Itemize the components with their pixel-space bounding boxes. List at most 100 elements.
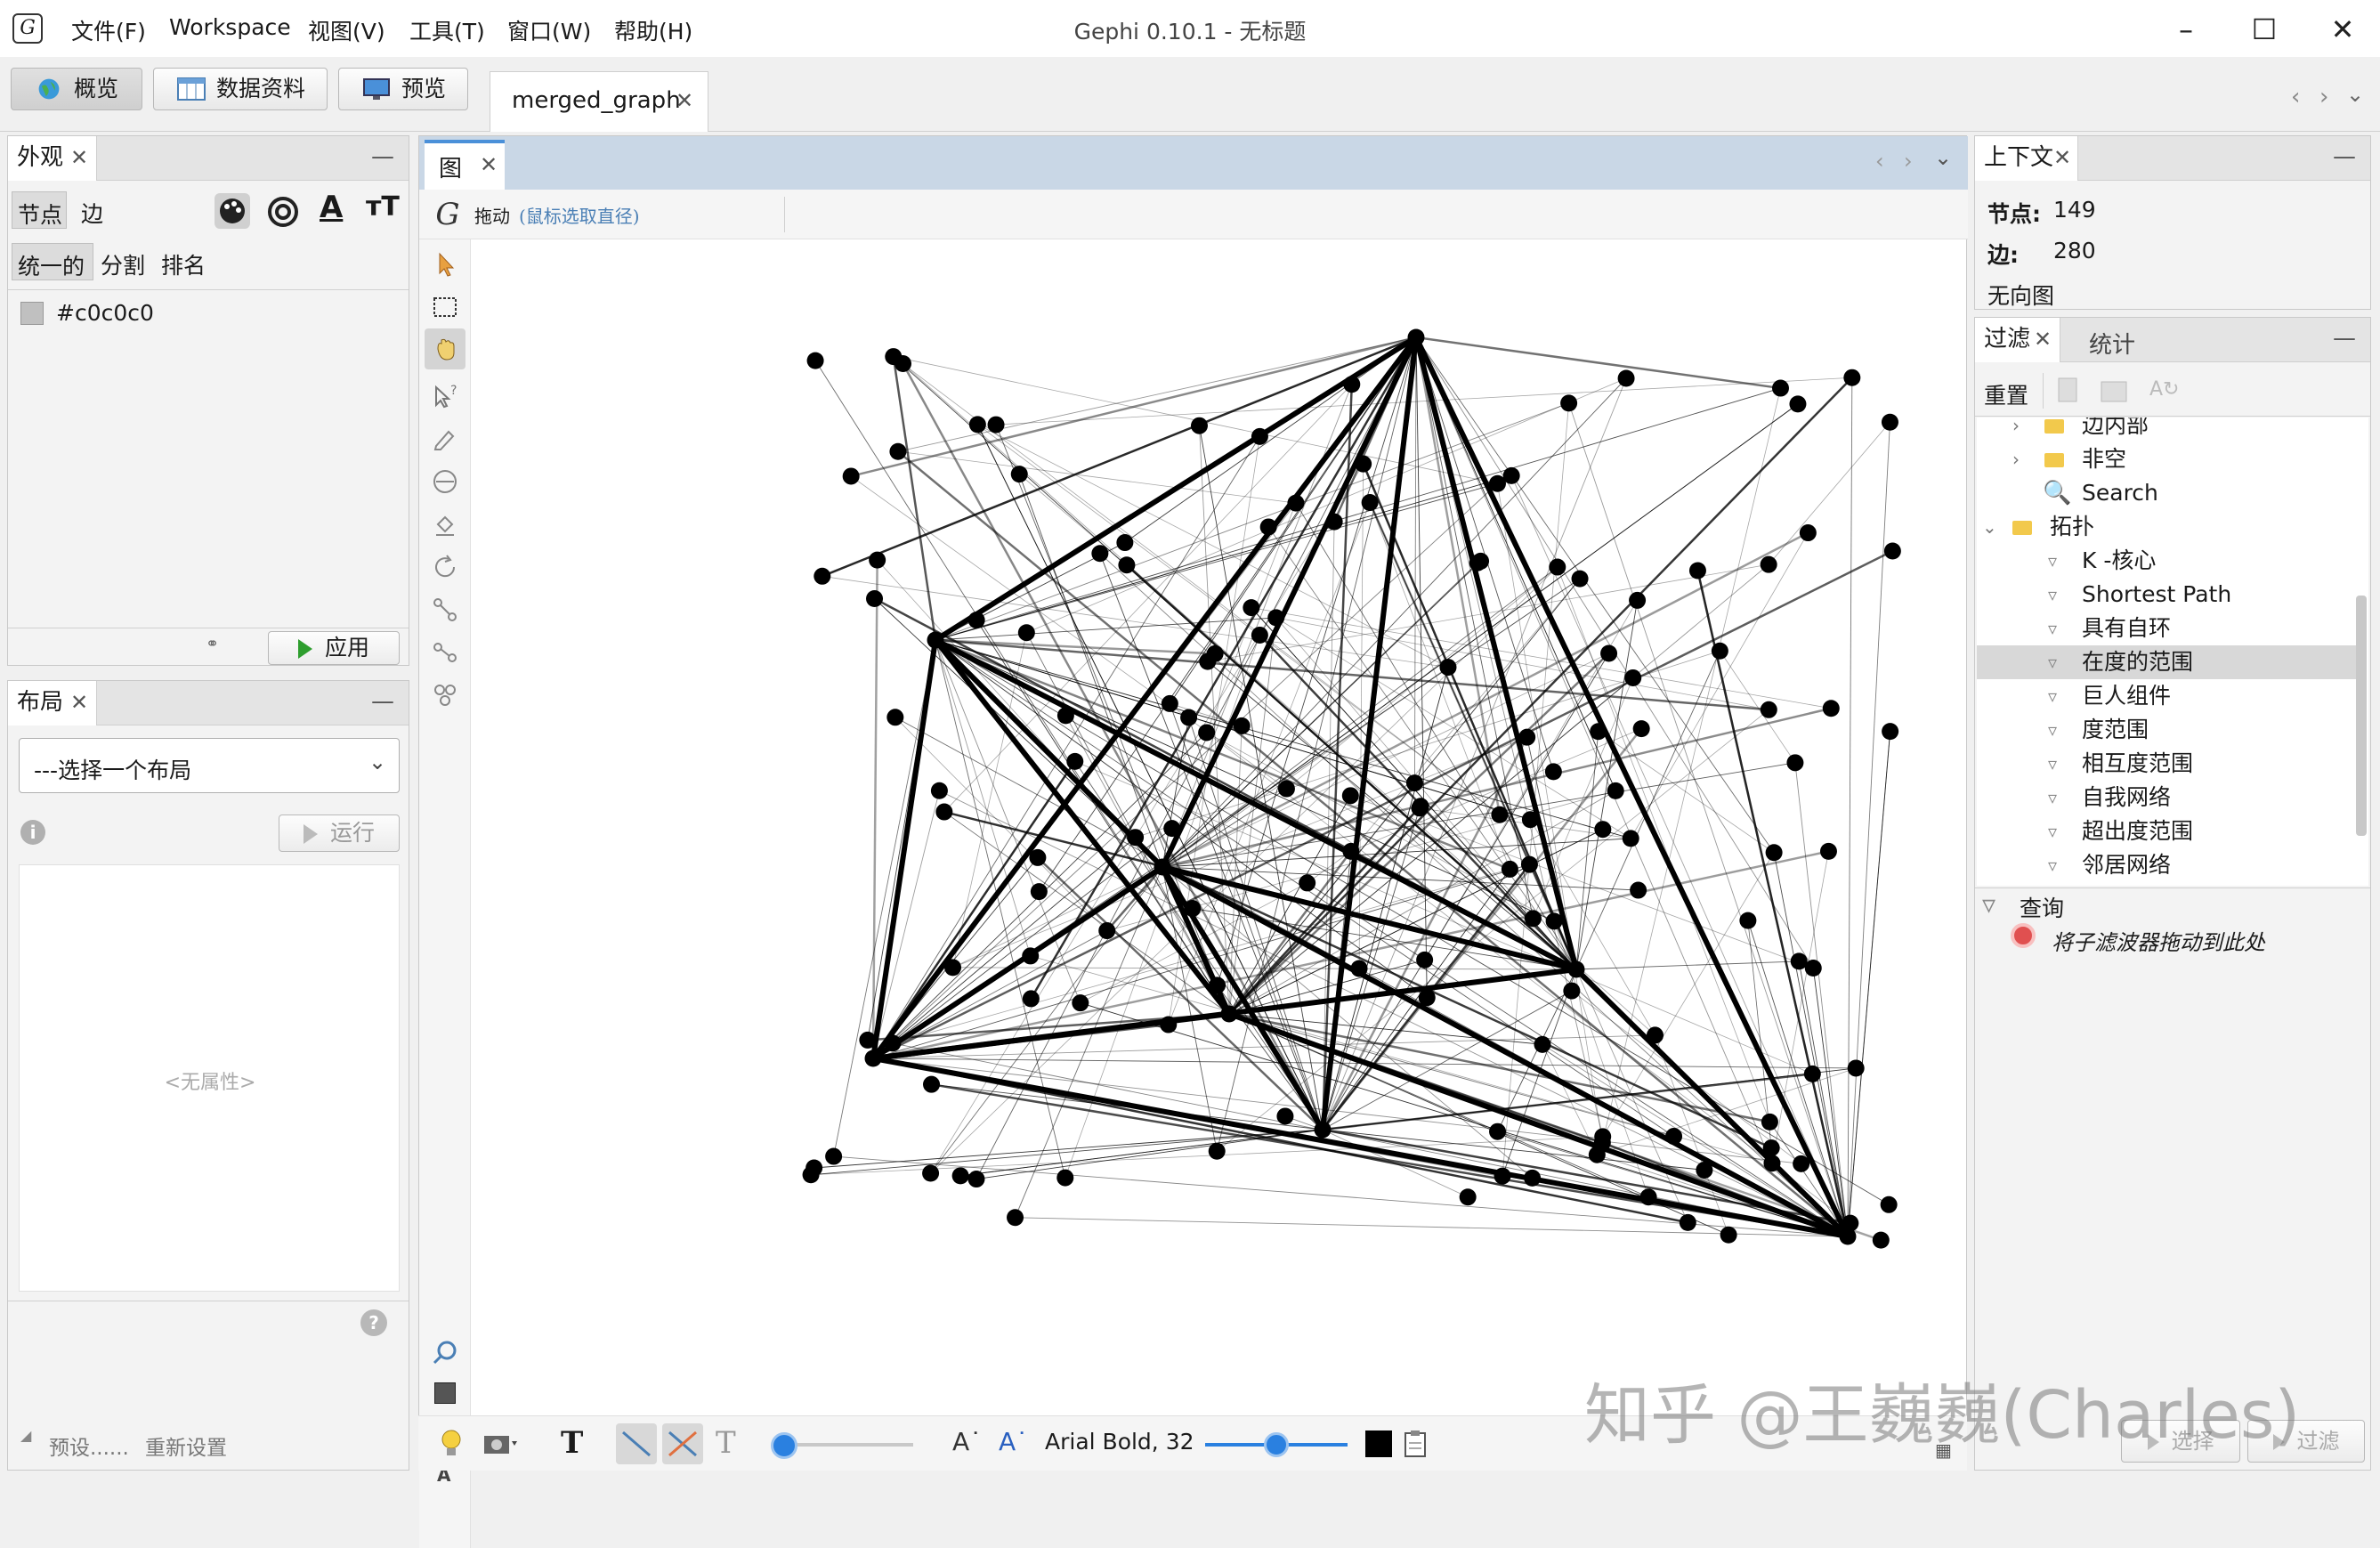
graph-node[interactable] <box>1647 1026 1664 1044</box>
graph-node[interactable] <box>1524 1169 1542 1187</box>
graph-node[interactable] <box>1416 951 1434 969</box>
edge-tool-icon[interactable] <box>431 596 459 624</box>
data-lab-button[interactable]: 数据资料 <box>153 68 328 110</box>
graph-node[interactable] <box>1208 1142 1226 1160</box>
graph-node[interactable] <box>1790 952 1808 970</box>
minimize-context-icon[interactable]: — <box>2333 143 2356 170</box>
graph-node[interactable] <box>889 442 907 460</box>
graph-node[interactable] <box>922 1164 940 1182</box>
graph-node[interactable] <box>1267 609 1285 627</box>
tree-item-shortest-path[interactable]: ▿ Shortest Path <box>1977 578 2356 612</box>
graph-node[interactable] <box>951 1167 969 1185</box>
graph-node[interactable] <box>869 551 886 569</box>
graph-node[interactable] <box>1066 752 1084 770</box>
graph-node[interactable] <box>1007 1209 1024 1227</box>
graph-node[interactable] <box>884 1034 902 1052</box>
graph-node[interactable] <box>1163 820 1181 838</box>
tree-scrollbar[interactable] <box>2356 596 2367 836</box>
scroll-right-icon[interactable]: › <box>1904 149 1913 174</box>
graph-node[interactable] <box>1882 723 1899 741</box>
edge-weight-slider-thumb[interactable] <box>771 1432 797 1459</box>
graph-node[interactable] <box>864 1050 882 1067</box>
graph-node[interactable] <box>866 589 884 607</box>
font-size-up-icon[interactable]: A˙ <box>999 1427 1028 1456</box>
tab-statistics[interactable]: 统计 <box>2089 327 2135 360</box>
graph-node[interactable] <box>1160 1016 1178 1033</box>
menu-window[interactable]: 窗口(W) <box>507 14 591 46</box>
graph-node[interactable] <box>1343 376 1361 393</box>
graph-node[interactable] <box>1521 811 1539 829</box>
graph-node[interactable] <box>927 631 944 649</box>
graph-node[interactable] <box>1761 1113 1778 1131</box>
save-filter-icon[interactable] <box>2100 377 2130 405</box>
graph-node[interactable] <box>1880 1195 1898 1213</box>
graph-node[interactable] <box>1180 709 1198 726</box>
close-filters-icon[interactable]: ✕ <box>2034 318 2052 361</box>
graph-node[interactable] <box>930 782 948 799</box>
graph-node[interactable] <box>1361 494 1379 512</box>
graph-node[interactable] <box>1154 858 1171 876</box>
graph-node[interactable] <box>886 709 904 726</box>
lightbulb-icon[interactable] <box>440 1429 463 1459</box>
graph-node[interactable] <box>1629 591 1647 609</box>
graph-node[interactable] <box>1056 1169 1074 1187</box>
graph-node[interactable] <box>1209 977 1226 994</box>
graph-node[interactable] <box>1161 694 1178 712</box>
help-icon[interactable]: ? <box>360 1309 387 1336</box>
graph-node[interactable] <box>1251 626 1268 644</box>
mode-ranking[interactable]: 排名 <box>161 248 206 280</box>
graph-node[interactable] <box>1022 990 1040 1008</box>
graph-node[interactable] <box>1622 830 1639 847</box>
graph-canvas[interactable] <box>473 239 1968 1448</box>
chevron-right-icon[interactable]: › <box>2012 417 2020 442</box>
graph-node[interactable] <box>1630 881 1647 899</box>
heatmap-icon[interactable] <box>431 681 459 709</box>
graph-node[interactable] <box>987 416 1005 434</box>
graph-node[interactable] <box>1549 558 1566 576</box>
menu-view[interactable]: 视图(V) <box>308 14 385 46</box>
close-graph-tab-icon[interactable]: ✕ <box>480 152 498 177</box>
graph-node[interactable] <box>1341 787 1359 805</box>
graph-node[interactable] <box>1116 534 1134 552</box>
graph-node[interactable] <box>1571 570 1589 588</box>
graph-node[interactable] <box>1029 848 1047 866</box>
graph-node[interactable] <box>1418 989 1436 1007</box>
graph-node[interactable] <box>935 803 953 821</box>
tree-item-out-degree-range[interactable]: ▿ 超出度范围 <box>1977 815 2356 848</box>
graph-node[interactable] <box>1594 821 1612 839</box>
graph-node[interactable] <box>1803 1065 1821 1082</box>
graph-node[interactable] <box>1711 642 1728 660</box>
graph-node[interactable] <box>1233 717 1251 734</box>
graph-node[interactable] <box>1799 524 1817 542</box>
graph-node[interactable] <box>1355 455 1372 473</box>
document-tab-merged-graph[interactable]: merged_graph ✕ <box>490 71 708 132</box>
graph-node[interactable] <box>814 567 831 585</box>
subtab-nodes[interactable]: 节点 <box>12 191 67 229</box>
close-window-button[interactable]: ✕ <box>2307 7 2378 52</box>
presets-link[interactable]: 预设...... <box>49 1430 129 1461</box>
graph-node[interactable] <box>1198 724 1216 742</box>
graph-node[interactable] <box>1793 1155 1810 1172</box>
mode-partition[interactable]: 分割 <box>101 248 145 280</box>
graph-node[interactable] <box>842 467 860 485</box>
graph-node[interactable] <box>1520 855 1538 873</box>
tree-item-k-core[interactable]: ▿ K -核心 <box>1977 544 2356 578</box>
graph-node[interactable] <box>859 1031 877 1049</box>
tree-item-degree-range[interactable]: ▿ 度范围 <box>1977 713 2356 747</box>
graph-node[interactable] <box>1030 883 1048 901</box>
graph-node[interactable] <box>1350 960 1368 977</box>
graph-node[interactable] <box>1617 369 1635 387</box>
graph-node[interactable] <box>1056 707 1074 725</box>
graph-node[interactable] <box>1881 413 1898 431</box>
tree-item-giant-component[interactable]: ▿ 巨人组件 <box>1977 679 2356 713</box>
graph-node[interactable] <box>1872 1231 1890 1249</box>
close-document-tab-icon[interactable]: ✕ <box>676 72 693 129</box>
graph-node[interactable] <box>1624 669 1642 686</box>
run-button[interactable]: 运行 <box>279 815 400 852</box>
graph-node[interactable] <box>1439 659 1457 677</box>
tree-item-self-loop[interactable]: ▿ 具有自环 <box>1977 612 2356 645</box>
background-color-icon[interactable] <box>434 1382 456 1404</box>
graph-node[interactable] <box>1822 700 1840 717</box>
minimize-window-button[interactable]: – <box>2150 7 2222 52</box>
tab-filters[interactable]: 过滤 ✕ <box>1975 318 2060 362</box>
